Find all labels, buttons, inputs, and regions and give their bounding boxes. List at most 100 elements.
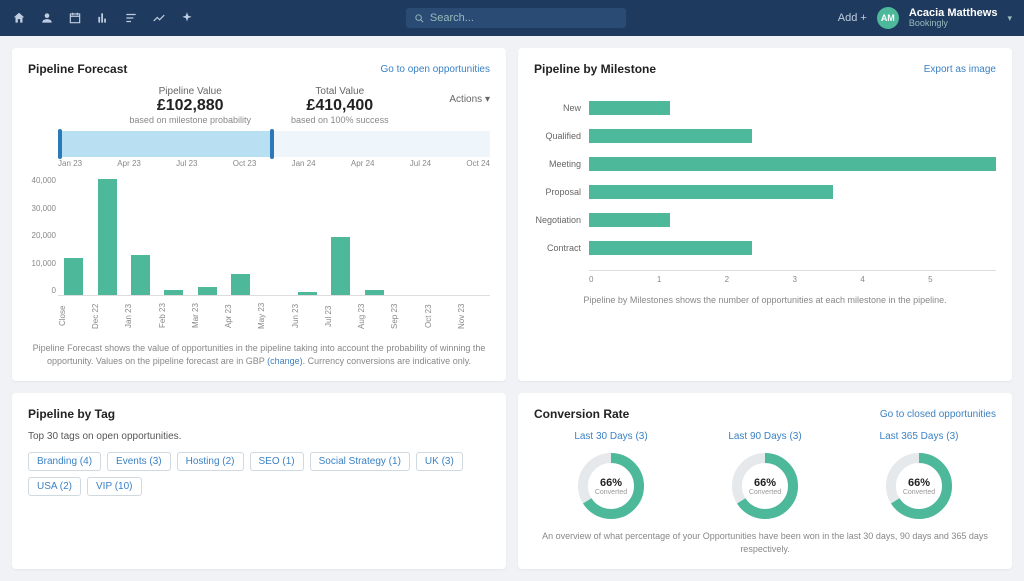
card-title: Pipeline by Milestone bbox=[534, 62, 656, 76]
calendar-icon[interactable] bbox=[68, 11, 82, 25]
sparkle-icon[interactable] bbox=[180, 11, 194, 25]
tag[interactable]: Branding (4) bbox=[28, 452, 101, 471]
tag[interactable]: Hosting (2) bbox=[177, 452, 244, 471]
bar-col bbox=[392, 176, 423, 295]
conversion-period-link[interactable]: Last 90 Days (3) bbox=[688, 431, 842, 442]
topbar: Add + AM Acacia Matthews Bookingly ▾ bbox=[0, 0, 1024, 36]
bar[interactable] bbox=[164, 290, 183, 295]
card-title: Pipeline by Tag bbox=[28, 407, 115, 421]
forecast-bar-chart: 40,00030,00020,00010,0000 bbox=[58, 176, 490, 296]
tag-list: Branding (4) Events (3) Hosting (2) SEO (1)… bbox=[28, 452, 490, 496]
bar[interactable] bbox=[331, 237, 350, 295]
card-footer: An overview of what percentage of your O… bbox=[534, 530, 996, 555]
conversion-period: Last 90 Days (3) 66%Converted bbox=[688, 431, 842, 520]
tag[interactable]: SEO (1) bbox=[250, 452, 304, 471]
x-axis: CloseDec 22Jan 23Feb 23Mar 23Apr 23May 2… bbox=[58, 300, 490, 332]
conversion-period-link[interactable]: Last 365 Days (3) bbox=[842, 431, 996, 442]
bar-col bbox=[225, 176, 256, 295]
bar[interactable] bbox=[298, 292, 317, 295]
bar-col bbox=[192, 176, 223, 295]
hbar-fill[interactable] bbox=[589, 185, 833, 199]
card-title: Conversion Rate bbox=[534, 407, 629, 421]
tag[interactable]: UK (3) bbox=[416, 452, 463, 471]
bar[interactable] bbox=[198, 287, 217, 295]
hbar-fill[interactable] bbox=[589, 241, 752, 255]
card-pipeline-tag: Pipeline by Tag Top 30 tags on open oppo… bbox=[12, 393, 506, 569]
user-account: Bookingly bbox=[909, 19, 998, 29]
donut-chart: 66%Converted bbox=[577, 452, 645, 520]
donut-chart: 66%Converted bbox=[885, 452, 953, 520]
card-pipeline-milestone: Pipeline by Milestone Export as image Ne… bbox=[518, 48, 1012, 381]
actions-dropdown[interactable]: Actions ▾ bbox=[449, 94, 490, 105]
bar-col bbox=[292, 176, 323, 295]
bar-col bbox=[158, 176, 189, 295]
conversion-period: Last 365 Days (3) 66%Converted bbox=[842, 431, 996, 520]
hbar-fill[interactable] bbox=[589, 157, 996, 171]
bar[interactable] bbox=[131, 255, 150, 295]
bar-col bbox=[125, 176, 156, 295]
user-menu[interactable]: Acacia Matthews Bookingly bbox=[909, 7, 998, 29]
range-handle-start[interactable] bbox=[58, 129, 62, 159]
bar-col bbox=[359, 176, 390, 295]
topbar-right: Add + AM Acacia Matthews Bookingly ▾ bbox=[838, 7, 1012, 29]
home-icon[interactable] bbox=[12, 11, 26, 25]
hbar-fill[interactable] bbox=[589, 101, 670, 115]
tag[interactable]: USA (2) bbox=[28, 477, 81, 496]
tag[interactable]: VIP (10) bbox=[87, 477, 142, 496]
donut-chart: 66%Converted bbox=[731, 452, 799, 520]
search-wrap bbox=[406, 8, 626, 28]
bar-col bbox=[459, 176, 490, 295]
hbar-row: New bbox=[534, 96, 996, 120]
avatar[interactable]: AM bbox=[877, 7, 899, 29]
card-conversion-rate: Conversion Rate Go to closed opportuniti… bbox=[518, 393, 1012, 569]
search-icon bbox=[414, 13, 425, 24]
hbar-row: Contract bbox=[534, 236, 996, 260]
list-icon[interactable] bbox=[124, 11, 138, 25]
milestone-bar-chart: New Qualified Meeting Proposal Negotiation Co… bbox=[534, 96, 996, 260]
person-icon[interactable] bbox=[40, 11, 54, 25]
hbar-row: Meeting bbox=[534, 152, 996, 176]
add-button[interactable]: Add + bbox=[838, 12, 867, 24]
range-handle-end[interactable] bbox=[270, 129, 274, 159]
tag[interactable]: Events (3) bbox=[107, 452, 171, 471]
bar[interactable] bbox=[365, 290, 384, 295]
export-image-link[interactable]: Export as image bbox=[924, 64, 996, 75]
chart-icon[interactable] bbox=[96, 11, 110, 25]
card-footer: Pipeline Forecast shows the value of opp… bbox=[28, 342, 490, 367]
bar[interactable] bbox=[98, 179, 117, 295]
topbar-nav-icons bbox=[12, 11, 194, 25]
hbar-fill[interactable] bbox=[589, 213, 670, 227]
bar-col bbox=[58, 176, 89, 295]
pipeline-value-block: Pipeline Value £102,880 based on milesto… bbox=[129, 86, 251, 125]
open-opportunities-link[interactable]: Go to open opportunities bbox=[380, 64, 490, 75]
tags-note: Top 30 tags on open opportunities. bbox=[28, 431, 490, 442]
card-title: Pipeline Forecast bbox=[28, 62, 127, 76]
hbar-fill[interactable] bbox=[589, 129, 752, 143]
search-input[interactable] bbox=[406, 8, 626, 28]
trend-icon[interactable] bbox=[152, 11, 166, 25]
bar-col bbox=[91, 176, 122, 295]
bar[interactable] bbox=[64, 258, 83, 295]
tag[interactable]: Social Strategy (1) bbox=[310, 452, 410, 471]
card-footer: Pipeline by Milestones shows the number … bbox=[534, 294, 996, 307]
total-value-block: Total Value £410,400 based on 100% succe… bbox=[291, 86, 389, 125]
conversion-period: Last 30 Days (3) 66%Converted bbox=[534, 431, 688, 520]
date-range-slider[interactable] bbox=[58, 131, 490, 157]
bar-col bbox=[258, 176, 289, 295]
bar-col bbox=[425, 176, 456, 295]
milestone-x-axis: 012345 bbox=[589, 270, 996, 284]
range-sparkline bbox=[58, 131, 274, 157]
range-axis-labels: Jan 23Apr 23Jul 23Oct 23Jan 24Apr 24Jul … bbox=[58, 159, 490, 168]
chevron-down-icon: ▾ bbox=[1007, 13, 1012, 24]
y-axis: 40,00030,00020,00010,0000 bbox=[28, 176, 56, 295]
hbar-row: Qualified bbox=[534, 124, 996, 148]
bar[interactable] bbox=[231, 274, 250, 295]
hbar-row: Proposal bbox=[534, 180, 996, 204]
hbar-row: Negotiation bbox=[534, 208, 996, 232]
conversion-donuts: Last 30 Days (3)66%ConvertedLast 90 Days… bbox=[534, 431, 996, 520]
card-pipeline-forecast: Pipeline Forecast Go to open opportuniti… bbox=[12, 48, 506, 381]
closed-opportunities-link[interactable]: Go to closed opportunities bbox=[880, 409, 996, 420]
change-currency-link[interactable]: (change) bbox=[267, 356, 303, 366]
conversion-period-link[interactable]: Last 30 Days (3) bbox=[534, 431, 688, 442]
chevron-down-icon: ▾ bbox=[485, 94, 490, 105]
